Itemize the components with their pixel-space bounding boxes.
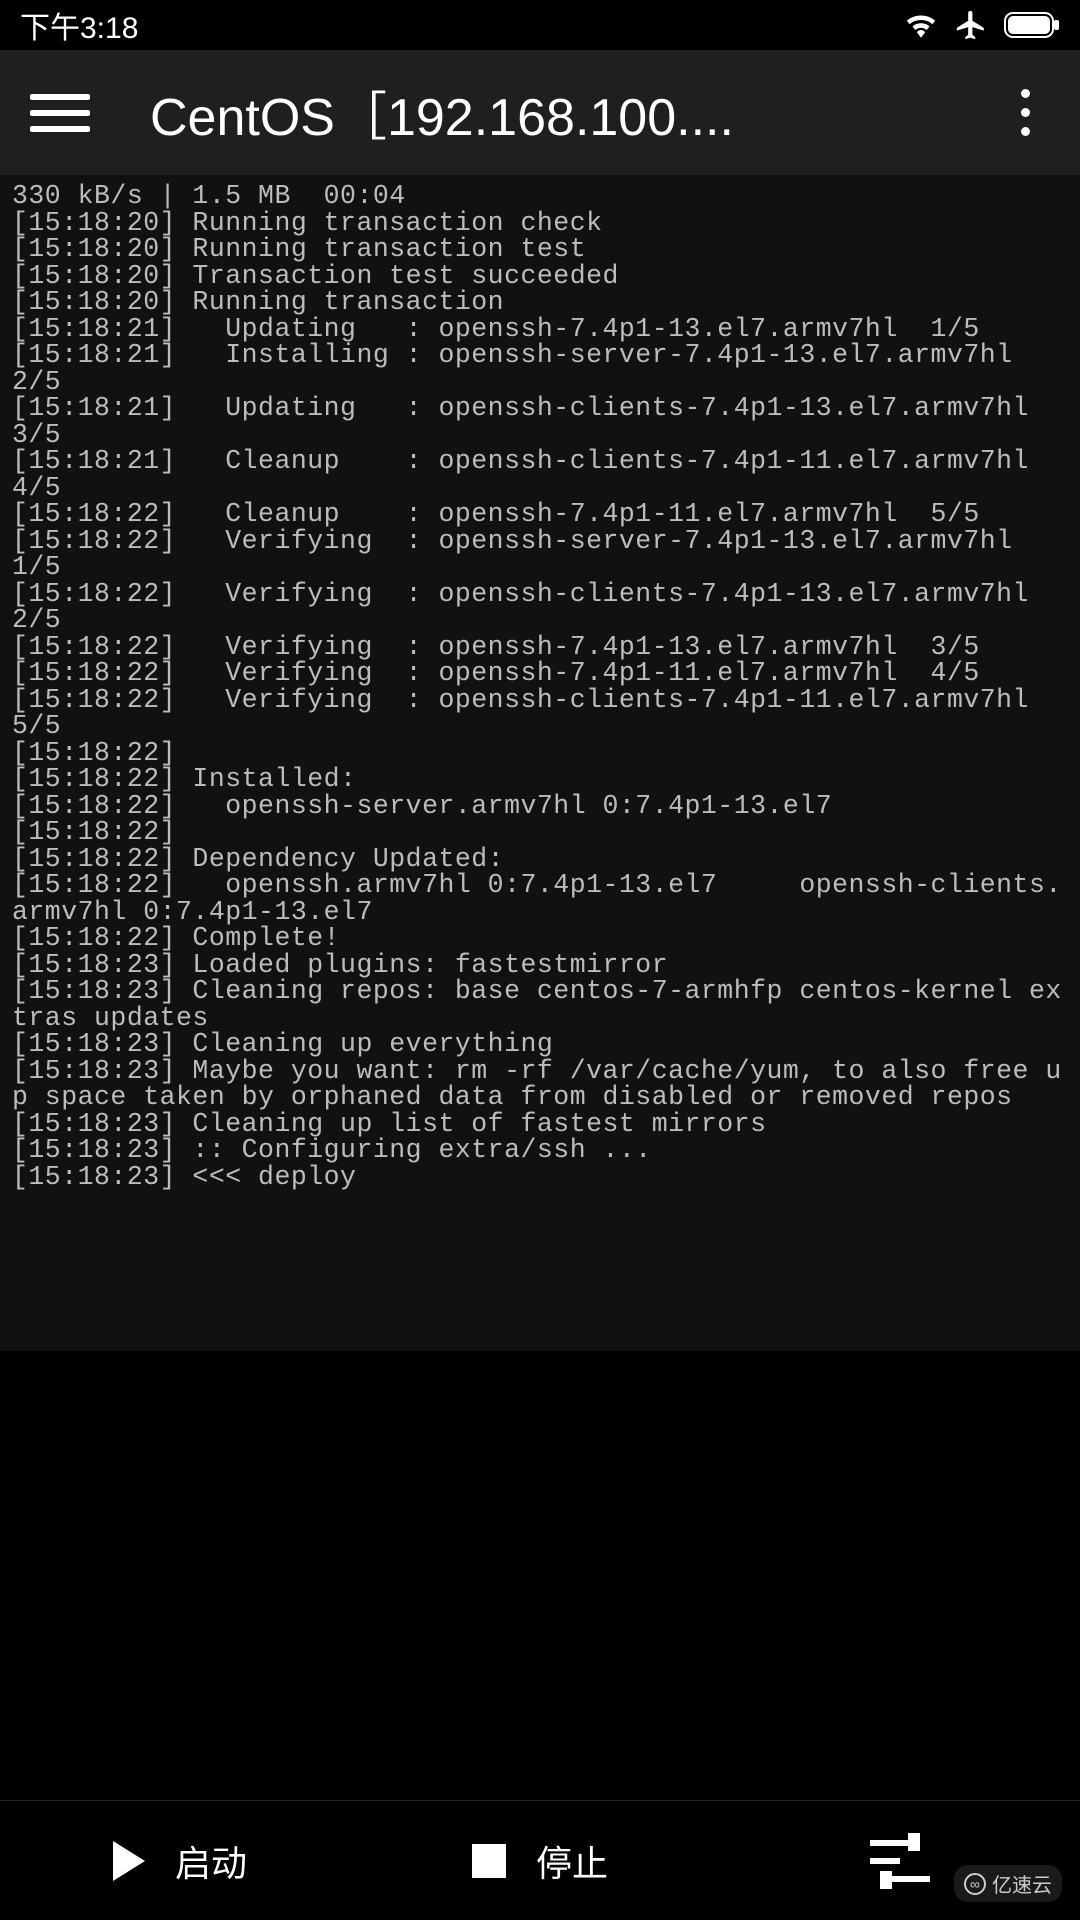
battery-icon <box>1004 12 1060 38</box>
overflow-menu-icon[interactable] <box>1000 83 1050 143</box>
wifi-icon <box>904 11 938 39</box>
status-icons <box>904 8 1060 42</box>
play-icon <box>113 1841 145 1881</box>
menu-icon[interactable] <box>30 83 90 143</box>
app-title: CentOS［192.168.100.... <box>150 75 1000 150</box>
watermark: ∞ 亿速云 <box>954 1865 1062 1902</box>
watermark-text: 亿速云 <box>992 1869 1052 1898</box>
tune-icon <box>870 1836 930 1886</box>
start-button[interactable]: 启动 <box>0 1801 360 1920</box>
bottom-toolbar: 启动 停止 <box>0 1800 1080 1920</box>
status-bar: 下午3:18 <box>0 0 1080 50</box>
status-time: 下午3:18 <box>20 3 138 47</box>
watermark-icon: ∞ <box>964 1873 986 1895</box>
stop-button[interactable]: 停止 <box>360 1801 720 1920</box>
terminal-output[interactable]: 330 kB/s | 1.5 MB 00:04 [15:18:20] Runni… <box>0 175 1080 1351</box>
stop-label: 停止 <box>536 1835 608 1887</box>
app-bar: CentOS［192.168.100.... <box>0 50 1080 175</box>
start-label: 启动 <box>175 1835 247 1887</box>
settings-button[interactable] <box>720 1801 1080 1920</box>
stop-icon <box>472 1844 506 1878</box>
airplane-icon <box>954 8 988 42</box>
